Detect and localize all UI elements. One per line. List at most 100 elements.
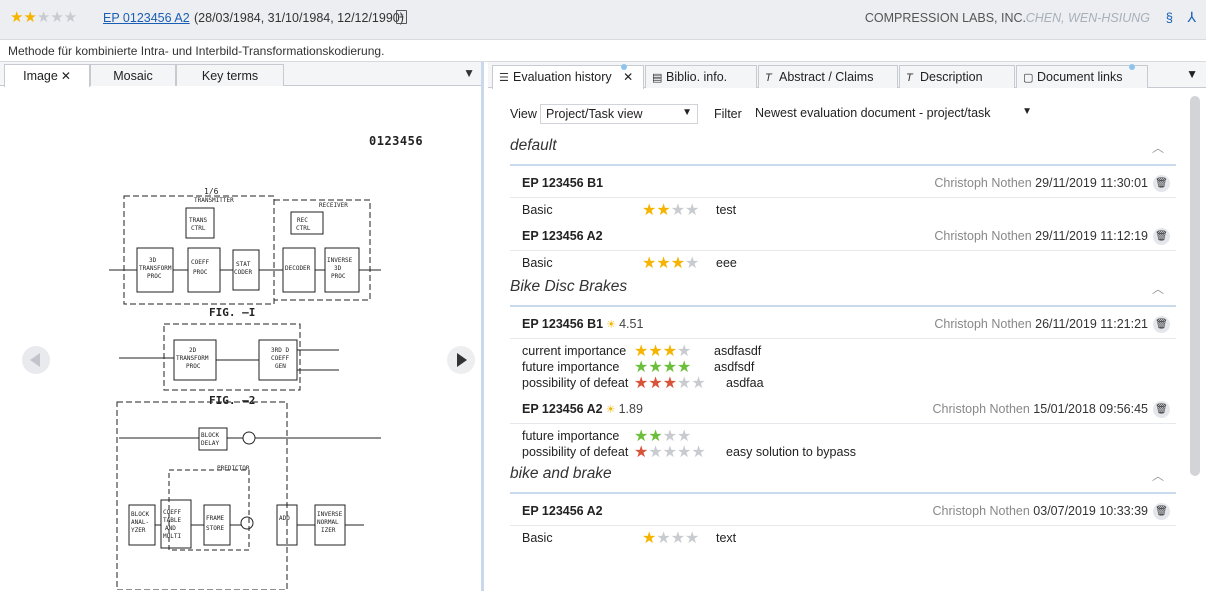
chevron-down-icon: ▼ [682,107,692,118]
svg-text:FRAME: FRAME [206,515,224,522]
criterion-label: current importance [522,344,627,358]
evaluation-author: Christoph Nothen 03/07/2019 10:33:39 [932,504,1148,518]
svg-text:AND: AND [165,525,176,532]
text-icon: T [906,72,913,84]
next-image-button[interactable] [447,346,475,374]
trash-icon[interactable]: 🗑 [1153,316,1170,333]
svg-text:3D: 3D [149,257,157,264]
svg-text:CTRL: CTRL [191,225,206,232]
tab-image[interactable]: Image ✕ [4,64,90,87]
evaluation-doc-number[interactable]: EP 123456 A2 [522,229,603,243]
criterion-rating-stars[interactable]: ★★★★ [634,360,691,376]
svg-text:BLOCK: BLOCK [131,511,149,518]
filter-label: Filter [714,107,742,121]
scrollbar[interactable] [1190,96,1200,476]
filter-select-value: Newest evaluation document - project/tas… [755,106,991,120]
previous-image-button[interactable] [22,346,50,374]
tab-evaluation-history-label: Evaluation history [513,70,612,84]
close-icon[interactable]: ✕ [61,69,71,83]
evaluation-doc-number[interactable]: EP 123456 B1 [522,176,603,190]
tab-mosaic[interactable]: Mosaic [90,64,176,86]
group-title[interactable]: default [510,137,557,155]
evaluation-author: Christoph Nothen 15/01/2018 09:56:45 [932,402,1148,416]
criterion-label: Basic [522,203,553,217]
criterion-rating-stars[interactable]: ★★★★ [642,256,699,272]
svg-text:PREDICTOR: PREDICTOR [217,465,250,472]
tab-mosaic-label: Mosaic [113,69,153,83]
section-icon[interactable]: § [1166,10,1173,25]
list-icon: ☰ [499,72,509,84]
view-select[interactable]: Project/Task view ▼ [540,104,698,124]
tab-abstract-claims[interactable]: T Abstract / Claims [758,65,898,88]
criterion-note: test [716,203,737,217]
empty-stars: ★★ [662,428,692,445]
pdf-icon[interactable]: ⅄ [1187,9,1196,26]
evaluation-author: Christoph Nothen 29/11/2019 11:30:01 [934,176,1148,190]
empty-stars: ★★ [670,202,700,219]
criterion-rating-stars[interactable]: ★★★★ [642,202,700,219]
row-divider [510,197,1176,198]
tab-biblio-info[interactable]: ▤ Biblio. info. [645,65,757,88]
svg-text:STAT: STAT [236,261,251,268]
tab-description[interactable]: T Description [899,65,1015,88]
trash-icon[interactable]: 🗑 [1153,228,1170,245]
empty-stars: ★★★★ [648,444,706,461]
tab-evaluation-history[interactable]: ☰ Evaluation history ✕ [492,64,644,89]
chevron-up-icon[interactable]: ︿ [1152,280,1164,297]
left-tab-bar: Image ✕ Mosaic Key terms ▼ [0,62,481,87]
chevron-down-icon: ▼ [1022,106,1032,117]
right-pane: ☰ Evaluation history ✕ ▤ Biblio. info. T Ab… [488,62,1206,591]
tab-key-terms[interactable]: Key terms [176,64,284,86]
chevron-up-icon[interactable]: ︿ [1152,139,1164,156]
image-viewer[interactable]: 0123456 1/6 TRANSMITTER RECEIVER TRANS C… [4,90,478,590]
evaluation-doc-number[interactable]: EP 123456 A2 [522,504,603,518]
publication-dates: (28/03/1984, 31/10/1984, 12/12/1990) [194,11,404,25]
criterion-rating-stars[interactable]: ★★★★★ [634,376,706,392]
filter-select[interactable]: Newest evaluation document - project/tas… [750,104,1040,124]
group-title[interactable]: bike and brake [510,465,612,483]
trash-icon[interactable]: 🗑 [1153,503,1170,520]
group-title[interactable]: Bike Disc Brakes [510,278,627,296]
tab-menu-icon[interactable]: ▼ [1186,67,1198,81]
group-divider [510,492,1176,494]
inventor-name: CHEN, WEN-HSIUNG [1025,11,1150,25]
evaluation-timestamp: 03/07/2019 10:33:39 [1033,504,1148,518]
criterion-note: asdfasdf [714,344,762,358]
criterion-note: eee [716,256,737,270]
svg-text:FIG. —I: FIG. —I [209,306,255,319]
document-title: Methode für kombinierte Intra- und Inter… [0,40,1206,62]
document-header: ★★★★★ EP 0123456 A2 (28/03/1984, 31/10/1… [0,0,1206,40]
criterion-rating-stars[interactable]: ★★★★ [642,531,699,547]
trash-icon[interactable]: 🗑 [1153,175,1170,192]
svg-text:COEFF: COEFF [163,509,181,516]
evaluation-timestamp: 29/11/2019 11:12:19 [1035,229,1148,243]
close-icon[interactable]: ✕ [623,70,633,84]
evaluation-doc-number[interactable]: EP 123456 B1 ☀ 4.51 [522,317,643,331]
evaluation-score-value: 1.89 [618,402,643,416]
tab-biblio-info-label: Biblio. info. [666,70,728,84]
view-label: View [510,107,537,121]
evaluation-timestamp: 26/11/2019 11:21:21 [1035,317,1148,331]
svg-text:INVERSE: INVERSE [327,257,353,264]
criterion-label: future importance [522,429,620,443]
tab-abstract-claims-label: Abstract / Claims [779,70,874,84]
group-divider [510,305,1176,307]
svg-text:FIG. —2: FIG. —2 [209,394,255,407]
criterion-rating-stars[interactable]: ★★★★★ [634,444,706,461]
document-links-icon: ▢ [1023,72,1034,84]
rating-stars[interactable]: ★★★★★ [10,10,77,26]
evaluation-doc-number[interactable]: EP 123456 A2 ☀ 1.89 [522,402,643,416]
document-icon[interactable]: ≡ [396,10,407,24]
evaluation-timestamp: 29/11/2019 11:30:01 [1035,176,1148,190]
text-icon: T [765,72,772,84]
tab-document-links[interactable]: ▢ Document links [1016,64,1148,88]
tab-menu-icon[interactable]: ▼ [463,66,475,80]
criterion-label: future importance [522,360,620,374]
criterion-rating-stars[interactable]: ★★★★ [634,344,691,360]
svg-text:MULTI: MULTI [163,533,181,540]
trash-icon[interactable]: 🗑 [1153,401,1170,418]
publication-link[interactable]: EP 0123456 A2 [103,11,190,25]
svg-text:BLOCK: BLOCK [201,432,219,439]
criterion-rating-stars[interactable]: ★★★★ [634,428,692,445]
chevron-up-icon[interactable]: ︿ [1152,467,1164,484]
